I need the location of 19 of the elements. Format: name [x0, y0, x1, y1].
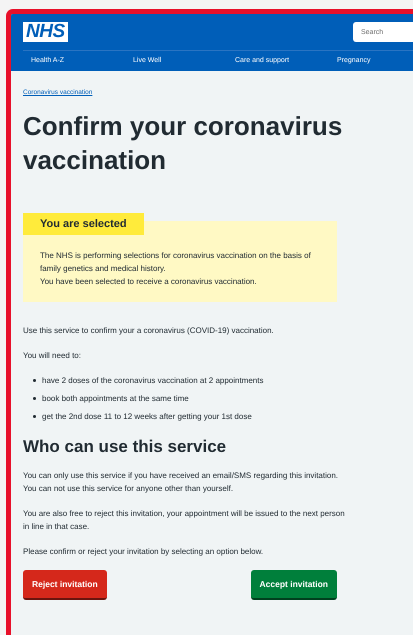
- paragraph: Use this service to confirm your a coronavirus (COVID-19) vaccination.: [23, 325, 275, 337]
- list-item: book both appointments at the same time: [42, 393, 189, 405]
- bullet-icon: [33, 415, 36, 418]
- bullet-icon: [33, 397, 36, 400]
- reject-button[interactable]: Reject invitation: [23, 570, 107, 600]
- callout-text: The NHS is performing selections for coronavirus vaccination on the basis of family genetics and medical history.: [40, 250, 312, 275]
- accept-button[interactable]: Accept invitation: [250, 570, 337, 600]
- paragraph: You are also free to reject this invitation, your appointment will be issued to the next person in line in that case.: [23, 508, 346, 533]
- callout-label: You are selected: [23, 213, 144, 235]
- section-heading: Who can use this service: [23, 437, 228, 457]
- callout-text: You have been selected to receive a coronavirus vaccination.: [40, 276, 258, 288]
- list-item: have 2 doses of the coronavirus vaccination at 2 appointments: [42, 375, 264, 387]
- page-title: Confirm your coronavirus vaccination: [23, 110, 343, 177]
- list-item: get the 2nd dose 11 to 12 weeks after getting your 1st dose: [42, 411, 252, 423]
- paragraph: You will need to:: [23, 350, 82, 362]
- nhs-logo[interactable]: NHS: [23, 22, 68, 42]
- bullet-icon: [33, 379, 36, 382]
- paragraph: Please confirm or reject your invitation by selecting an option below.: [23, 546, 264, 558]
- paragraph: You can only use this service if you have received an email/SMS regarding this invitation. You can not use this service for anyone other than yourself.: [23, 470, 339, 495]
